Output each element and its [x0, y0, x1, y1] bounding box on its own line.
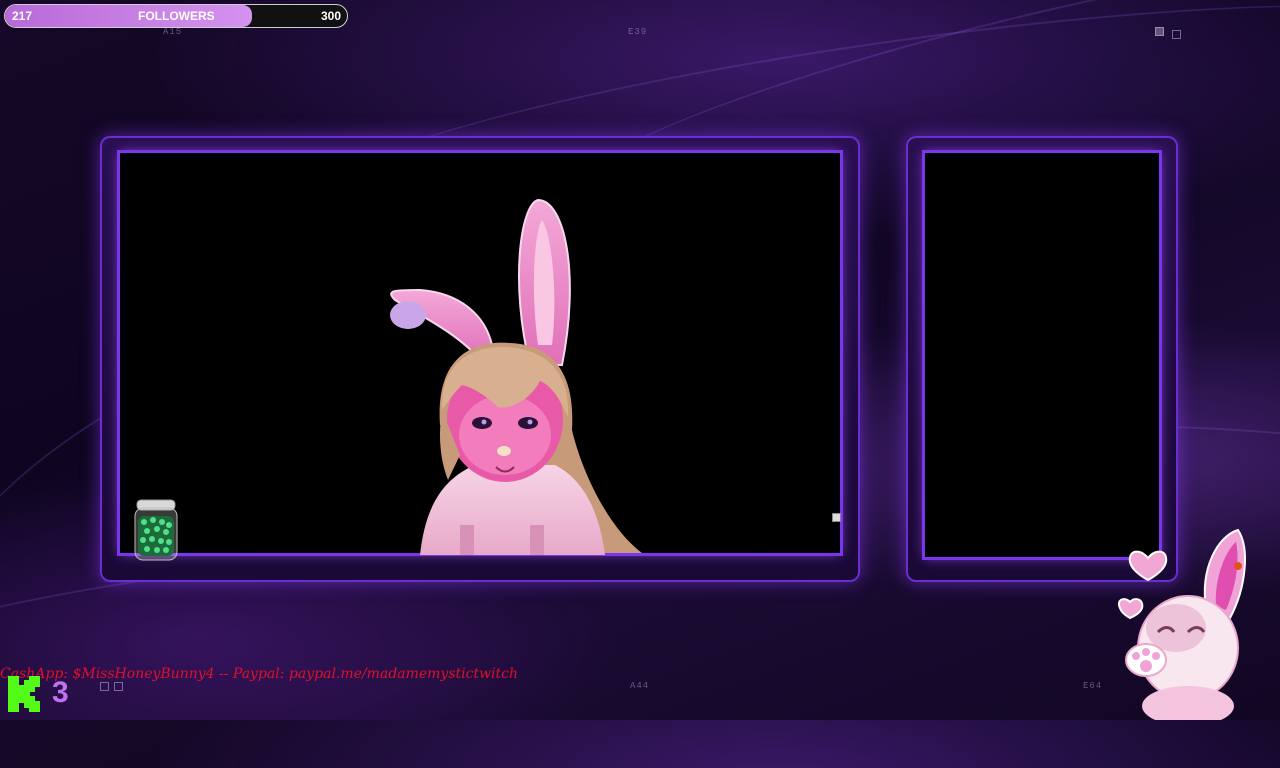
follower-goal-target: 300: [320, 9, 341, 23]
follower-progress-fill: [5, 5, 253, 27]
follower-current-count: 217: [12, 9, 33, 23]
kick-counter: 3: [52, 676, 69, 709]
corner-square-icon: [1172, 30, 1181, 39]
bunny-mascot-icon: [1118, 528, 1246, 720]
donation-ticker: CashApp: $MissHoneyBunny4 -- Paypal: pay…: [0, 666, 640, 686]
side-camera-view: [925, 153, 1159, 557]
corner-code-top-center: E39: [628, 27, 648, 37]
kick-logo-icon: [8, 676, 40, 712]
cursor-indicator-icon: [832, 513, 841, 522]
corner-code-top-left: A15: [163, 27, 183, 37]
corner-square-icon: [1155, 27, 1164, 36]
donation-ticker-text: CashApp: $MissHoneyBunny4 -- Paypal: pay…: [0, 666, 519, 682]
corner-code-bottom-right: E64: [1083, 681, 1103, 691]
follower-goal-label: FOLLOWERS: [138, 9, 215, 23]
bean-jar-icon: [134, 499, 178, 561]
follower-goal-bar: 217 FOLLOWERS 300: [4, 4, 348, 28]
bunny-avatar: [390, 198, 642, 555]
